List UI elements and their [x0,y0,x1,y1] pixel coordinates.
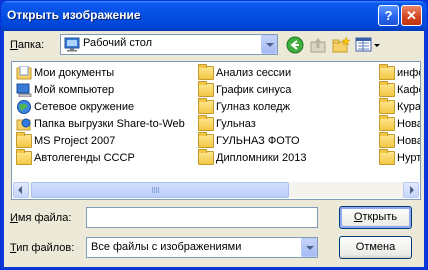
item-name: Нова [397,118,421,130]
dialog-title: Открыть изображение [7,8,141,22]
item-name: Мои документы [34,67,115,79]
share-to-web-icon [16,118,31,131]
scroll-right-icon[interactable] [403,182,419,198]
item-name: Автолегенды СССР [34,152,135,164]
item-name: ГУЛЬНАЗ ФОТО [216,135,300,147]
help-button[interactable]: ? [378,5,399,26]
file-type-label: Тип файлов: [10,242,75,254]
item-name: инфо [397,67,420,79]
folder-icon [379,64,395,80]
my-computer-icon [16,83,32,97]
item-name: Кафе [397,84,420,96]
item-name: Кура [397,101,421,113]
my-documents-icon [16,66,32,80]
file-type-value: Все файлы с изображениями [91,241,242,253]
folder-icon [198,115,214,131]
look-in-label: Папка: [10,39,45,51]
open-button[interactable]: Открыть [339,206,412,229]
item-name: Дипломники 2013 [216,152,307,164]
up-folder-icon[interactable] [309,36,327,54]
folder-icon [198,132,214,148]
item-name: Нурт [397,152,421,164]
item-name: Гулназ коледж [216,101,290,113]
folder-icon [379,115,395,131]
folder-icon [198,64,214,80]
folder-icon [379,81,395,97]
folder-icon [198,81,214,97]
horizontal-scrollbar[interactable] [13,182,419,198]
look-in-value: Рабочий стол [83,37,153,49]
scroll-thumb[interactable] [31,182,289,198]
folder-icon [16,149,32,165]
dialog-client-area: Папка: Рабочий стол Мои документы Мой ко… [4,31,424,267]
look-in-combo[interactable]: Рабочий стол [60,34,278,55]
open-image-dialog: Открыть изображение ? ✕ Папка: Рабочий с… [0,0,428,270]
close-button[interactable]: ✕ [401,5,422,26]
title-bar[interactable]: Открыть изображение ? ✕ [1,1,427,31]
item-name: Нова [397,135,421,147]
network-places-icon [17,100,31,114]
desktop-icon [64,37,80,52]
new-folder-icon[interactable] [332,36,350,54]
folder-icon [379,132,395,148]
scroll-left-icon[interactable] [13,182,29,198]
folder-icon [379,98,395,114]
view-menu-icon[interactable] [355,36,381,54]
folder-icon [198,98,214,114]
item-name: Анализ сессии [216,67,292,79]
back-icon[interactable] [286,36,304,54]
file-name-label: Имя файла: [10,212,72,224]
folder-icon [379,149,395,165]
item-name: MS Project 2007 [34,135,116,147]
item-name: График синуса [216,84,292,96]
chevron-down-icon[interactable] [301,238,317,257]
file-type-combo[interactable]: Все файлы с изображениями [86,237,318,258]
item-name: Сетевое окружение [34,101,135,113]
file-name-input[interactable] [86,207,318,228]
folder-icon [16,132,32,148]
folder-icon [198,149,214,165]
file-list[interactable]: Мои документы Мой компьютер Сетевое окру… [11,61,421,200]
item-name: Гульназ [216,118,256,130]
item-name: Мой компьютер [34,84,115,96]
cancel-button[interactable]: Отмена [339,236,412,259]
item-name: Папка выгрузки Share-to-Web [34,118,185,130]
chevron-down-icon[interactable] [261,35,277,54]
